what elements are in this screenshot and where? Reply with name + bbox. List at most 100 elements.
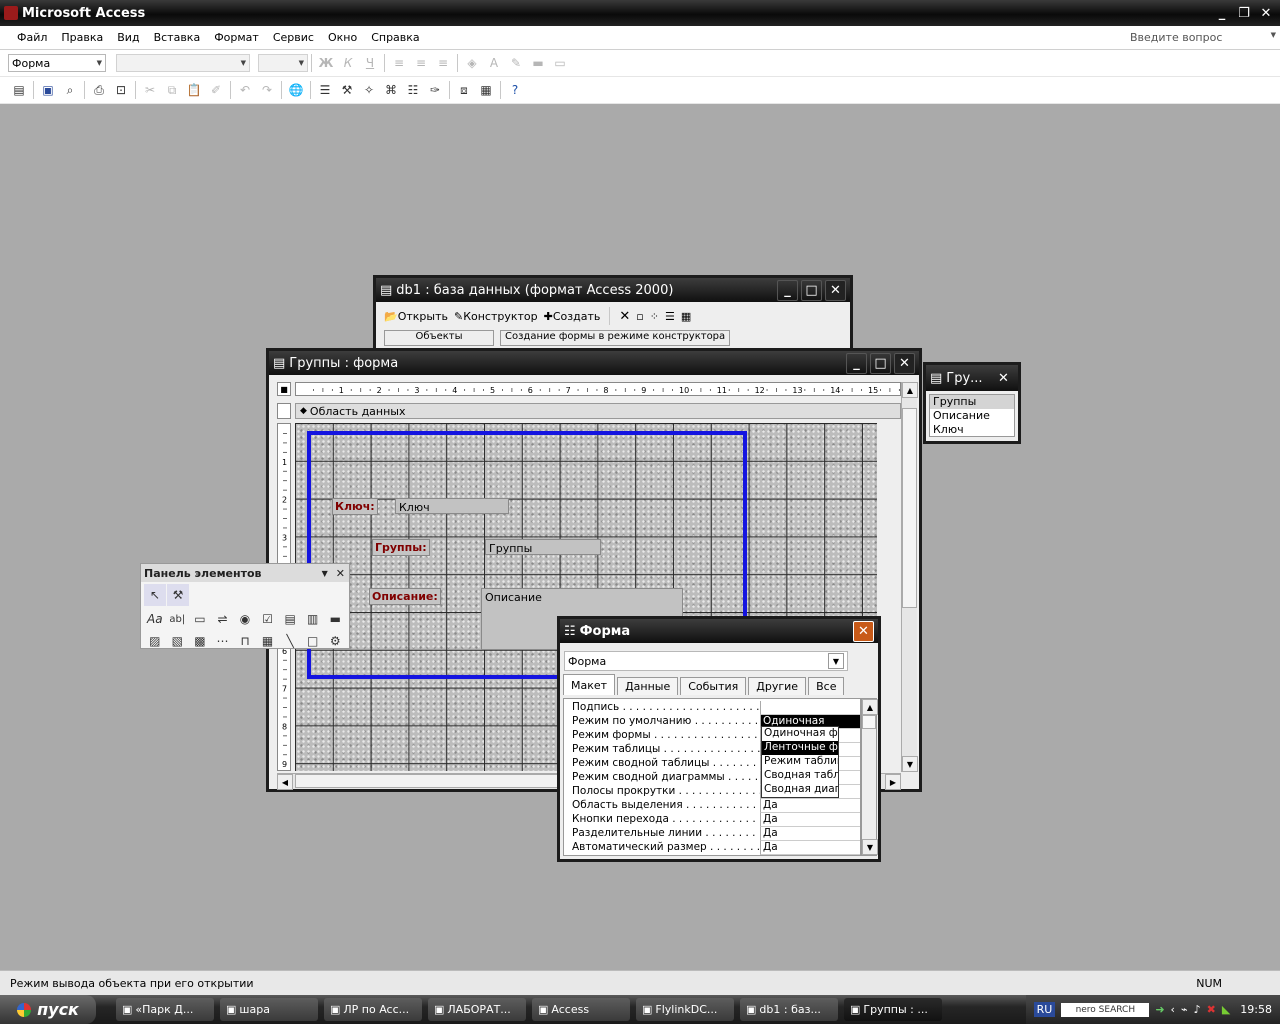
align-left-icon[interactable]: ≡ bbox=[388, 52, 410, 74]
taskbar-task[interactable]: ▣ Access bbox=[532, 998, 630, 1021]
vertical-scrollbar[interactable]: ▲ ▼ bbox=[901, 382, 918, 772]
scroll-up-icon[interactable]: ▲ bbox=[902, 382, 918, 398]
property-row[interactable]: Кнопки перехода . . . . . . . . . . . . … bbox=[564, 813, 860, 827]
small-icons-icon[interactable]: ⁘ bbox=[650, 310, 659, 323]
restore-button[interactable]: ❐ bbox=[1234, 4, 1254, 22]
checkbox-tool-icon[interactable]: ☑ bbox=[257, 608, 279, 630]
db-minimize-button[interactable]: _ bbox=[777, 279, 798, 301]
scroll-down-icon[interactable]: ▼ bbox=[902, 756, 918, 772]
large-icons-icon[interactable]: ▫ bbox=[636, 310, 643, 323]
dropdown-option[interactable]: Сводная таблица bbox=[762, 769, 838, 783]
italic-icon[interactable]: К bbox=[337, 52, 359, 74]
field-list-close-button[interactable]: ✕ bbox=[993, 368, 1014, 389]
view-icon[interactable]: ▤ bbox=[8, 79, 30, 101]
autoformat-icon[interactable]: ✧ bbox=[358, 79, 380, 101]
special-effect-icon[interactable]: ▭ bbox=[549, 52, 571, 74]
create-form-design-item[interactable]: Создание формы в режиме конструктора bbox=[500, 330, 731, 346]
tab-all[interactable]: Все bbox=[808, 677, 845, 695]
select-objects-icon[interactable]: ↖ bbox=[144, 584, 166, 606]
label-tool-icon[interactable]: Aa bbox=[144, 608, 166, 630]
unbound-frame-icon[interactable]: ▧ bbox=[167, 630, 189, 652]
chevron-down-icon[interactable]: ▼ bbox=[322, 569, 328, 578]
arrow-tray-icon[interactable]: ➜ bbox=[1155, 1003, 1164, 1016]
delete-icon[interactable]: ✕ bbox=[619, 309, 630, 324]
format-painter-icon[interactable]: ✐ bbox=[205, 79, 227, 101]
db-close-button[interactable]: ✕ bbox=[825, 279, 846, 301]
font-size-combo[interactable]: ▼ bbox=[258, 54, 308, 72]
hyperlink-icon[interactable]: 🌐 bbox=[285, 79, 307, 101]
wizard-icon[interactable]: ⚒ bbox=[167, 584, 189, 606]
horizontal-ruler[interactable]: 12345678910111213141516 bbox=[295, 382, 901, 396]
taskbar-task[interactable]: ▣ ЛАБОРАТ... bbox=[428, 998, 526, 1021]
property-row[interactable]: Разделительные линии . . . . . . . . . .… bbox=[564, 827, 860, 841]
print-icon[interactable]: ⎙ bbox=[88, 79, 110, 101]
object-combo[interactable]: Форма ▼ bbox=[8, 54, 106, 72]
taskbar-task[interactable]: ▣ «Парк Д... bbox=[116, 998, 214, 1021]
align-center-icon[interactable]: ≡ bbox=[410, 52, 432, 74]
property-value[interactable]: Да bbox=[760, 813, 860, 827]
scroll-right-icon[interactable]: ▶ bbox=[885, 774, 901, 790]
command-button-icon[interactable]: ▬ bbox=[325, 608, 347, 630]
line-color-icon[interactable]: ✎ bbox=[505, 52, 527, 74]
menu-edit[interactable]: Правка bbox=[54, 31, 110, 44]
option-group-icon[interactable]: ▭ bbox=[189, 608, 211, 630]
property-row[interactable]: Область выделения . . . . . . . . . . . … bbox=[564, 799, 860, 813]
taskbar-task[interactable]: ▣ ЛР по Acc... bbox=[324, 998, 422, 1021]
taskbar-task[interactable]: ▣ db1 : баз... bbox=[740, 998, 838, 1021]
toolbox-icon[interactable]: ⚒ bbox=[336, 79, 358, 101]
start-button[interactable]: пуск bbox=[0, 995, 96, 1024]
copy-icon[interactable]: ⧉ bbox=[161, 79, 183, 101]
tab-data[interactable]: Данные bbox=[617, 677, 679, 695]
form-minimize-button[interactable]: _ bbox=[846, 352, 867, 374]
undo-icon[interactable]: ↶ bbox=[234, 79, 256, 101]
underline-icon[interactable]: Ч bbox=[359, 52, 381, 74]
antivirus-tray-icon[interactable]: ✖ bbox=[1207, 1003, 1216, 1016]
property-value[interactable] bbox=[760, 701, 860, 715]
rectangle-tool-icon[interactable]: □ bbox=[302, 630, 324, 652]
taskbar-task[interactable]: ▣ FlylinkDC... bbox=[636, 998, 734, 1021]
expand-tray-icon[interactable]: ‹ bbox=[1171, 1003, 1175, 1016]
database-window-icon[interactable]: ⧈ bbox=[453, 79, 475, 101]
groups-label[interactable]: Группы: bbox=[372, 539, 430, 556]
form-maximize-button[interactable]: □ bbox=[870, 352, 891, 374]
font-color-icon[interactable]: A bbox=[483, 52, 505, 74]
nero-search-box[interactable]: nero SEARCH bbox=[1061, 1002, 1150, 1017]
network-tray-icon[interactable]: ⌁ bbox=[1181, 1003, 1188, 1016]
properties-close-button[interactable]: ✕ bbox=[853, 620, 874, 642]
help-icon[interactable]: ? bbox=[504, 79, 526, 101]
tab-control-icon[interactable]: ⊓ bbox=[234, 630, 256, 652]
taskbar-task[interactable]: ▣ Группы : ... bbox=[844, 998, 942, 1021]
print-preview-icon[interactable]: ⊡ bbox=[110, 79, 132, 101]
objects-tab[interactable]: Объекты bbox=[384, 330, 494, 346]
section-selector[interactable] bbox=[277, 403, 291, 419]
open-button[interactable]: 📂Открыть bbox=[384, 310, 448, 323]
toolbox-title-bar[interactable]: Панель элементов ▼ ✕ bbox=[141, 564, 349, 582]
dropdown-option[interactable]: Ленточные формы bbox=[762, 741, 838, 755]
menu-file[interactable]: Файл bbox=[10, 31, 54, 44]
paste-icon[interactable]: 📋 bbox=[183, 79, 205, 101]
bold-icon[interactable]: Ж bbox=[315, 52, 337, 74]
taskbar-task[interactable]: ▣ шара bbox=[220, 998, 318, 1021]
create-button[interactable]: ✚Создать bbox=[544, 310, 601, 323]
form-selector[interactable]: ■ bbox=[277, 382, 291, 396]
chevron-down-icon[interactable]: ▼ bbox=[828, 653, 844, 669]
form-close-button[interactable]: ✕ bbox=[894, 352, 915, 374]
textbox-tool-icon[interactable]: ab| bbox=[167, 608, 189, 630]
list-icon[interactable]: ☰ bbox=[665, 310, 675, 323]
dropdown-option[interactable]: Режим таблицы bbox=[762, 755, 838, 769]
property-value[interactable]: Да bbox=[760, 827, 860, 841]
scroll-up-icon[interactable]: ▲ bbox=[862, 699, 878, 715]
menu-format[interactable]: Формат bbox=[207, 31, 266, 44]
scroll-thumb[interactable] bbox=[902, 408, 917, 608]
ask-question-box[interactable]: Введите вопрос ▼ bbox=[1130, 31, 1280, 44]
fill-color-icon[interactable]: ◈ bbox=[461, 52, 483, 74]
cut-icon[interactable]: ✂ bbox=[139, 79, 161, 101]
key-label[interactable]: Ключ: bbox=[332, 498, 378, 515]
combobox-tool-icon[interactable]: ▤ bbox=[279, 608, 301, 630]
line-tool-icon[interactable]: ╲ bbox=[279, 630, 301, 652]
line-width-icon[interactable]: ▬ bbox=[527, 52, 549, 74]
property-row[interactable]: Автоматический размер . . . . . . . . . … bbox=[564, 841, 860, 855]
field-item-key[interactable]: Ключ bbox=[930, 423, 1014, 437]
db-maximize-button[interactable]: □ bbox=[801, 279, 822, 301]
section-header[interactable]: ◆ Область данных bbox=[295, 403, 901, 419]
